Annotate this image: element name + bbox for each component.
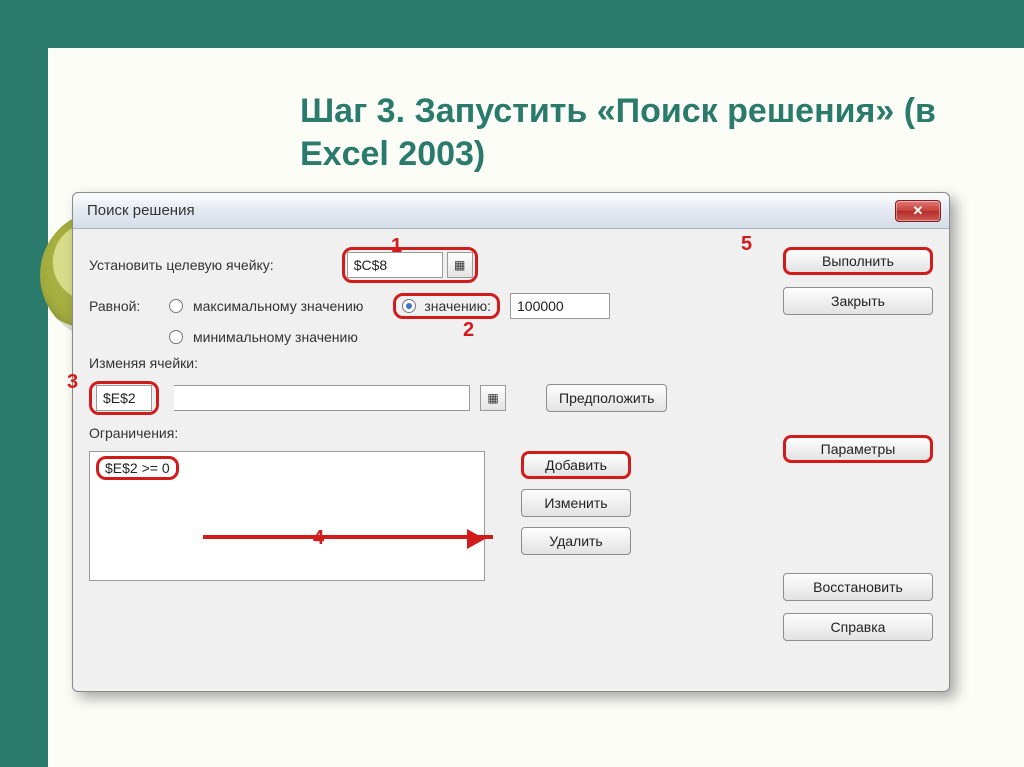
value-input[interactable] [510, 293, 610, 319]
dialog-right-column: Выполнить Закрыть Параметры Восстановить… [783, 247, 933, 641]
radio-max[interactable] [169, 299, 183, 313]
radio-min[interactable] [169, 330, 183, 344]
label-changing-cells: Изменяя ячейки: [89, 355, 198, 371]
help-button[interactable]: Справка [783, 613, 933, 641]
delete-constraint-button[interactable]: Удалить [521, 527, 631, 555]
options-button[interactable]: Параметры [783, 435, 933, 463]
ref-picker-button[interactable]: ▦ [447, 252, 473, 278]
grid-ref-icon: ▦ [454, 258, 465, 272]
dialog-title-text: Поиск решения [87, 202, 195, 219]
label-equal-to: Равной: [89, 298, 159, 314]
close-icon: ✕ [913, 203, 924, 219]
constraints-listbox[interactable]: $E$2 >= 0 [89, 451, 485, 581]
change-constraint-button[interactable]: Изменить [521, 489, 631, 517]
reset-button[interactable]: Восстановить [783, 573, 933, 601]
radio-value-label: значению: [424, 298, 491, 314]
annotation-marker-2: 2 [463, 319, 474, 342]
annotation-arrow [203, 535, 493, 539]
changing-cells-input-rest[interactable] [174, 385, 470, 411]
constraint-item[interactable]: $E$2 >= 0 [96, 456, 179, 480]
label-constraints: Ограничения: [89, 425, 178, 441]
close-button[interactable]: Закрыть [783, 287, 933, 315]
add-constraint-button[interactable]: Добавить [521, 451, 631, 479]
slide-top-bar [0, 0, 1024, 48]
dialog-body: Установить целевую ячейку: ▦ Равной: мак… [73, 229, 949, 609]
radio-min-label: минимальному значению [193, 329, 358, 345]
guess-button[interactable]: Предположить [546, 384, 667, 412]
dialog-titlebar[interactable]: Поиск решения ✕ [73, 193, 949, 229]
annotation-marker-5: 5 [741, 233, 752, 256]
slide-left-bar [0, 48, 48, 767]
grid-ref-icon: ▦ [487, 391, 498, 405]
window-close-button[interactable]: ✕ [895, 200, 941, 222]
solver-dialog: Поиск решения ✕ Установить целевую ячейк… [72, 192, 950, 692]
ref-picker-button-2[interactable]: ▦ [480, 385, 506, 411]
slide-title: Шаг 3. Запустить «Поиск решения» (в Exce… [300, 90, 940, 175]
radio-max-label: максимальному значению [193, 298, 363, 314]
changing-cells-input-highlighted[interactable] [96, 385, 152, 411]
solve-button[interactable]: Выполнить [783, 247, 933, 275]
label-target-cell: Установить целевую ячейку: [89, 257, 274, 273]
annotation-marker-3: 3 [67, 371, 78, 394]
annotation-marker-1: 1 [391, 235, 402, 258]
radio-value[interactable] [402, 299, 416, 313]
